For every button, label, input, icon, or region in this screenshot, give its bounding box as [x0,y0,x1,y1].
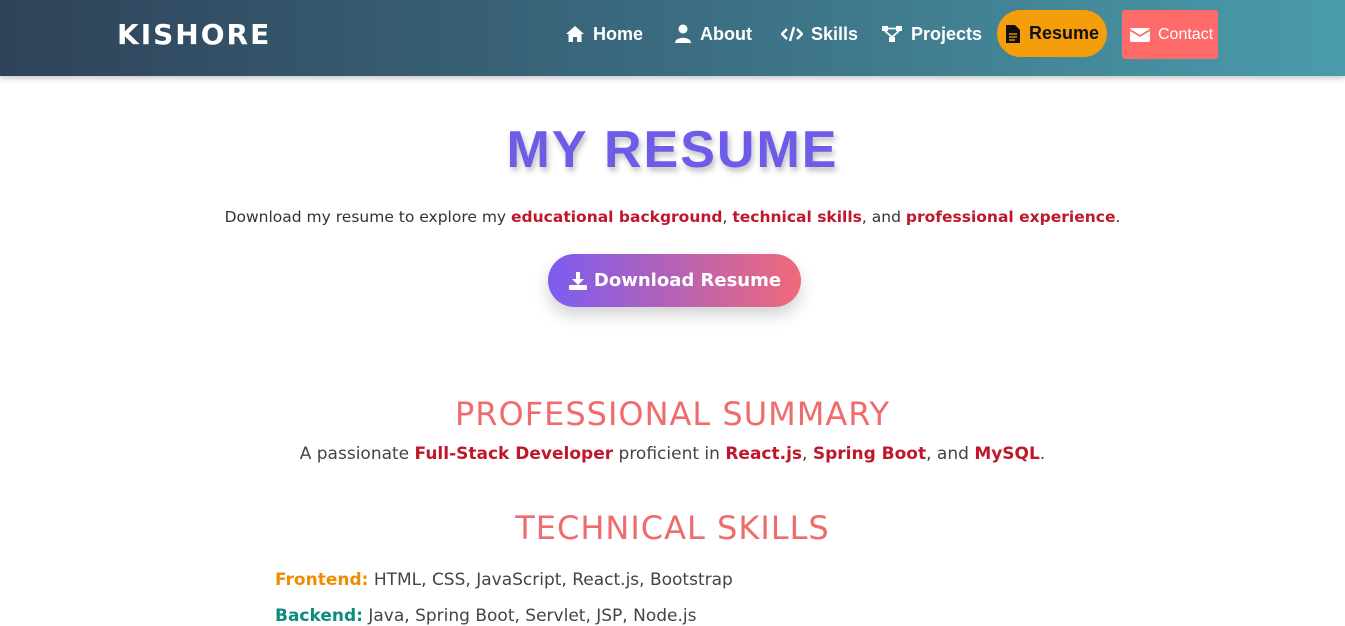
intro-highlight-skills: technical skills [732,208,862,226]
summary-sep1: , [802,444,813,464]
intro-text: Download my resume to explore my educati… [0,208,1345,226]
intro-highlight-education: educational background [511,208,723,226]
user-icon [675,24,691,43]
nav-contact-label: Contact [1158,25,1214,43]
nav-about-label: About [700,23,752,44]
nav-about[interactable]: About [674,20,752,48]
nav-resume-label: Resume [1029,23,1100,43]
skill-row-backend: Backend: Java, Spring Boot, Servlet, JSP… [275,606,696,626]
code-icon [781,26,803,42]
download-icon [568,271,587,290]
home-icon [566,26,584,42]
summary-mid: proficient in [613,444,726,464]
skill-label-backend: Backend: [275,606,363,626]
intro-sep2: , and [861,208,906,226]
page-title: MY RESUME [506,121,839,179]
nav-resume[interactable]: Resume [997,10,1107,57]
summary-tech-spring: Spring Boot [812,444,927,464]
file-icon [1006,24,1020,43]
intro-suffix: . [1115,208,1121,226]
nav-contact[interactable]: Contact [1122,10,1218,59]
nav-projects[interactable]: Projects [881,20,982,48]
intro-sep1: , [722,208,733,226]
skill-value-backend: Java, Spring Boot, Servlet, JSP, Node.js [362,606,697,626]
nav-projects-label: Projects [911,23,983,44]
summary-text: A passionate Full-Stack Developer profic… [0,444,1345,464]
skill-value-frontend: HTML, CSS, JavaScript, React.js, Bootstr… [368,570,733,590]
nav-skills[interactable]: Skills [781,20,858,48]
skill-label-frontend: Frontend: [275,570,369,590]
intro-prefix: Download my resume to explore my [224,208,512,226]
summary-tech-react: React.js [725,444,803,464]
summary-prefix: A passionate [299,444,415,464]
navbar: KISHORE Home About Skills Projects Resum… [0,0,1345,76]
nav-home[interactable]: Home [565,20,643,48]
skill-row-frontend: Frontend: HTML, CSS, JavaScript, React.j… [275,570,733,590]
download-resume-label: Download Resume [593,270,782,291]
nav-skills-label: Skills [811,23,859,44]
summary-role: Full-Stack Developer [414,444,614,464]
skills-heading: TECHNICAL SKILLS [515,509,830,547]
sitemap-icon [882,26,902,42]
summary-tech-mysql: MySQL [974,444,1040,464]
summary-suffix: . [1039,444,1046,464]
summary-sep2: , and [926,444,975,464]
brand-logo[interactable]: KISHORE [117,18,271,51]
envelope-icon [1130,27,1150,42]
intro-highlight-experience: professional experience [905,208,1116,226]
download-resume-button[interactable]: Download Resume [548,254,801,307]
nav-home-label: Home [593,23,644,44]
summary-heading: PROFESSIONAL SUMMARY [455,395,890,433]
